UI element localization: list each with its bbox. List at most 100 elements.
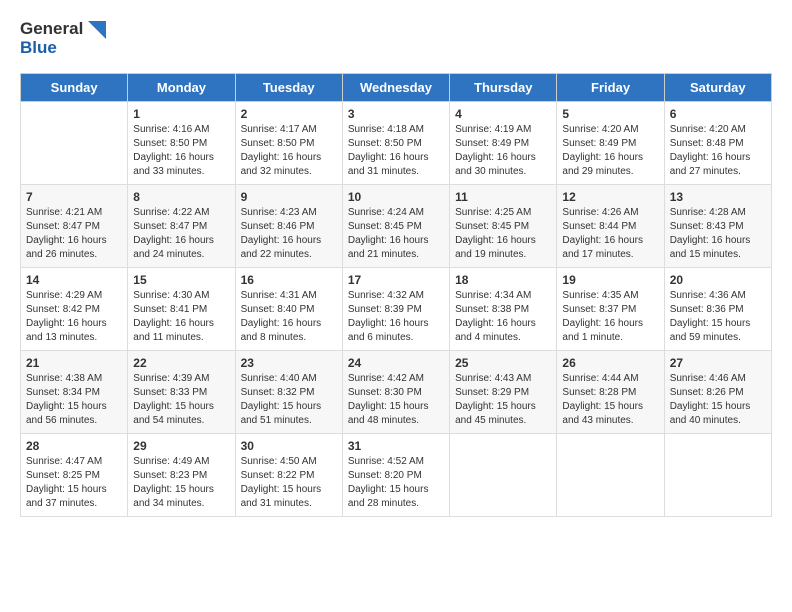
- cell-details: Sunrise: 4:22 AM Sunset: 8:47 PM Dayligh…: [133, 206, 229, 262]
- day-cell: 11 Sunrise: 4:25 AM Sunset: 8:45 PM Dayli…: [450, 185, 557, 268]
- day-number: 10: [348, 190, 444, 204]
- day-cell: 22 Sunrise: 4:39 AM Sunset: 8:33 PM Dayli…: [128, 351, 235, 434]
- day-number: 20: [670, 273, 766, 287]
- cell-details: Sunrise: 4:30 AM Sunset: 8:41 PM Dayligh…: [133, 289, 229, 345]
- day-number: 19: [562, 273, 658, 287]
- week-row-1: 1 Sunrise: 4:16 AM Sunset: 8:50 PM Daylig…: [21, 102, 772, 185]
- day-number: 14: [26, 273, 122, 287]
- cell-details: Sunrise: 4:23 AM Sunset: 8:46 PM Dayligh…: [241, 206, 337, 262]
- day-cell: 1 Sunrise: 4:16 AM Sunset: 8:50 PM Daylig…: [128, 102, 235, 185]
- cell-details: Sunrise: 4:35 AM Sunset: 8:37 PM Dayligh…: [562, 289, 658, 345]
- logo-triangle-icon: [88, 21, 106, 39]
- cell-details: Sunrise: 4:38 AM Sunset: 8:34 PM Dayligh…: [26, 372, 122, 428]
- logo-container: General Blue: [20, 20, 106, 57]
- day-cell: 21 Sunrise: 4:38 AM Sunset: 8:34 PM Dayli…: [21, 351, 128, 434]
- day-cell: 23Sunrise: 4:40 AM Sunset: 8:32 PM Dayli…: [235, 351, 342, 434]
- day-header-thursday: Thursday: [450, 74, 557, 102]
- cell-details: Sunrise: 4:24 AM Sunset: 8:45 PM Dayligh…: [348, 206, 444, 262]
- cell-details: Sunrise: 4:52 AM Sunset: 8:20 PM Dayligh…: [348, 455, 444, 511]
- day-number: 1: [133, 107, 229, 121]
- day-cell: 8Sunrise: 4:22 AM Sunset: 8:47 PM Daylig…: [128, 185, 235, 268]
- cell-details: Sunrise: 4:32 AM Sunset: 8:39 PM Dayligh…: [348, 289, 444, 345]
- cell-details: Sunrise: 4:47 AM Sunset: 8:25 PM Dayligh…: [26, 455, 122, 511]
- day-number: 25: [455, 356, 551, 370]
- day-cell: 24Sunrise: 4:42 AM Sunset: 8:30 PM Dayli…: [342, 351, 449, 434]
- day-header-friday: Friday: [557, 74, 664, 102]
- day-cell: 12 Sunrise: 4:26 AM Sunset: 8:44 PM Dayli…: [557, 185, 664, 268]
- day-cell: 26Sunrise: 4:44 AM Sunset: 8:28 PM Dayli…: [557, 351, 664, 434]
- day-number: 16: [241, 273, 337, 287]
- cell-details: Sunrise: 4:20 AM Sunset: 8:49 PM Dayligh…: [562, 123, 658, 179]
- day-cell: 15Sunrise: 4:30 AM Sunset: 8:41 PM Dayli…: [128, 268, 235, 351]
- day-number: 11: [455, 190, 551, 204]
- week-row-2: 7 Sunrise: 4:21 AM Sunset: 8:47 PM Daylig…: [21, 185, 772, 268]
- day-cell: 18Sunrise: 4:34 AM Sunset: 8:38 PM Dayli…: [450, 268, 557, 351]
- cell-details: Sunrise: 4:28 AM Sunset: 8:43 PM Dayligh…: [670, 206, 766, 262]
- cell-details: Sunrise: 4:43 AM Sunset: 8:29 PM Dayligh…: [455, 372, 551, 428]
- day-cell: 13Sunrise: 4:28 AM Sunset: 8:43 PM Dayli…: [664, 185, 771, 268]
- cell-details: Sunrise: 4:18 AM Sunset: 8:50 PM Dayligh…: [348, 123, 444, 179]
- day-cell: 19 Sunrise: 4:35 AM Sunset: 8:37 PM Dayli…: [557, 268, 664, 351]
- day-cell: [21, 102, 128, 185]
- day-number: 12: [562, 190, 658, 204]
- day-cell: 14Sunrise: 4:29 AM Sunset: 8:42 PM Dayli…: [21, 268, 128, 351]
- day-cell: [664, 434, 771, 517]
- header-row: SundayMondayTuesdayWednesdayThursdayFrid…: [21, 74, 772, 102]
- cell-details: Sunrise: 4:39 AM Sunset: 8:33 PM Dayligh…: [133, 372, 229, 428]
- day-number: 3: [348, 107, 444, 121]
- cell-details: Sunrise: 4:25 AM Sunset: 8:45 PM Dayligh…: [455, 206, 551, 262]
- day-header-tuesday: Tuesday: [235, 74, 342, 102]
- day-number: 31: [348, 439, 444, 453]
- day-number: 6: [670, 107, 766, 121]
- cell-details: Sunrise: 4:46 AM Sunset: 8:26 PM Dayligh…: [670, 372, 766, 428]
- day-cell: 27 Sunrise: 4:46 AM Sunset: 8:26 PM Dayli…: [664, 351, 771, 434]
- day-number: 9: [241, 190, 337, 204]
- cell-details: Sunrise: 4:36 AM Sunset: 8:36 PM Dayligh…: [670, 289, 766, 345]
- day-number: 4: [455, 107, 551, 121]
- day-cell: 9 Sunrise: 4:23 AM Sunset: 8:46 PM Daylig…: [235, 185, 342, 268]
- day-cell: 2 Sunrise: 4:17 AM Sunset: 8:50 PM Daylig…: [235, 102, 342, 185]
- day-cell: 29Sunrise: 4:49 AM Sunset: 8:23 PM Dayli…: [128, 434, 235, 517]
- day-number: 29: [133, 439, 229, 453]
- day-cell: 17 Sunrise: 4:32 AM Sunset: 8:39 PM Dayli…: [342, 268, 449, 351]
- day-number: 2: [241, 107, 337, 121]
- day-number: 22: [133, 356, 229, 370]
- cell-details: Sunrise: 4:42 AM Sunset: 8:30 PM Dayligh…: [348, 372, 444, 428]
- cell-details: Sunrise: 4:50 AM Sunset: 8:22 PM Dayligh…: [241, 455, 337, 511]
- day-cell: 3 Sunrise: 4:18 AM Sunset: 8:50 PM Daylig…: [342, 102, 449, 185]
- week-row-3: 14Sunrise: 4:29 AM Sunset: 8:42 PM Dayli…: [21, 268, 772, 351]
- day-number: 28: [26, 439, 122, 453]
- cell-details: Sunrise: 4:26 AM Sunset: 8:44 PM Dayligh…: [562, 206, 658, 262]
- day-cell: 30Sunrise: 4:50 AM Sunset: 8:22 PM Dayli…: [235, 434, 342, 517]
- cell-details: Sunrise: 4:16 AM Sunset: 8:50 PM Dayligh…: [133, 123, 229, 179]
- day-number: 5: [562, 107, 658, 121]
- day-cell: 7 Sunrise: 4:21 AM Sunset: 8:47 PM Daylig…: [21, 185, 128, 268]
- day-header-saturday: Saturday: [664, 74, 771, 102]
- day-header-sunday: Sunday: [21, 74, 128, 102]
- day-cell: 28 Sunrise: 4:47 AM Sunset: 8:25 PM Dayli…: [21, 434, 128, 517]
- day-cell: 20 Sunrise: 4:36 AM Sunset: 8:36 PM Dayli…: [664, 268, 771, 351]
- cell-details: Sunrise: 4:17 AM Sunset: 8:50 PM Dayligh…: [241, 123, 337, 179]
- day-number: 7: [26, 190, 122, 204]
- page-header: General Blue: [20, 20, 772, 57]
- cell-details: Sunrise: 4:31 AM Sunset: 8:40 PM Dayligh…: [241, 289, 337, 345]
- day-cell: 6Sunrise: 4:20 AM Sunset: 8:48 PM Daylig…: [664, 102, 771, 185]
- day-cell: 5 Sunrise: 4:20 AM Sunset: 8:49 PM Daylig…: [557, 102, 664, 185]
- logo: General Blue: [20, 20, 106, 57]
- cell-details: Sunrise: 4:19 AM Sunset: 8:49 PM Dayligh…: [455, 123, 551, 179]
- week-row-4: 21 Sunrise: 4:38 AM Sunset: 8:34 PM Dayli…: [21, 351, 772, 434]
- day-cell: 31 Sunrise: 4:52 AM Sunset: 8:20 PM Dayli…: [342, 434, 449, 517]
- day-cell: [450, 434, 557, 517]
- day-number: 27: [670, 356, 766, 370]
- day-number: 26: [562, 356, 658, 370]
- day-cell: [557, 434, 664, 517]
- cell-details: Sunrise: 4:21 AM Sunset: 8:47 PM Dayligh…: [26, 206, 122, 262]
- cell-details: Sunrise: 4:34 AM Sunset: 8:38 PM Dayligh…: [455, 289, 551, 345]
- day-cell: 25 Sunrise: 4:43 AM Sunset: 8:29 PM Dayli…: [450, 351, 557, 434]
- calendar-table: SundayMondayTuesdayWednesdayThursdayFrid…: [20, 73, 772, 517]
- day-number: 17: [348, 273, 444, 287]
- day-cell: 10 Sunrise: 4:24 AM Sunset: 8:45 PM Dayli…: [342, 185, 449, 268]
- logo-general: General: [20, 20, 106, 39]
- logo-blue: Blue: [20, 39, 106, 58]
- day-number: 21: [26, 356, 122, 370]
